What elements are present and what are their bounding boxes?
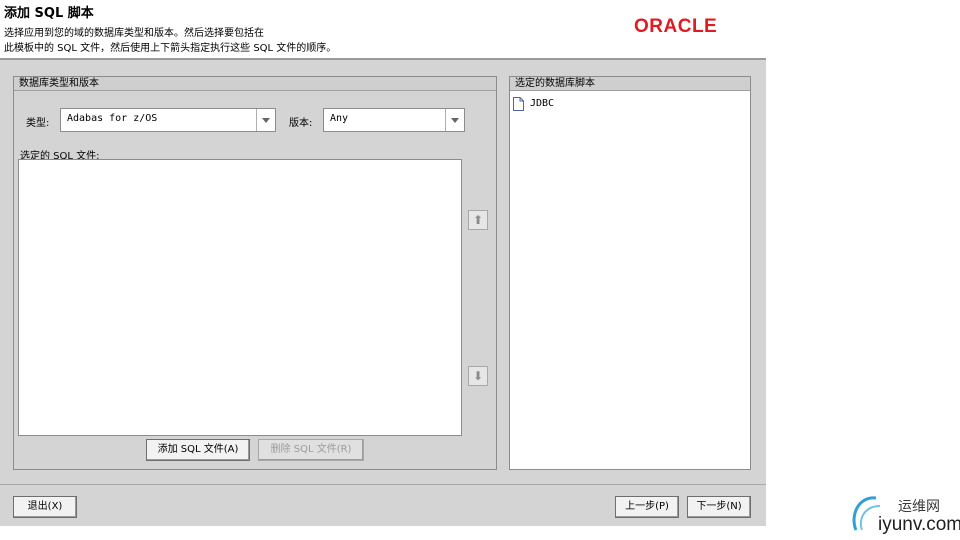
version-dropdown[interactable]: Any — [323, 108, 465, 132]
arrow-down-icon: ⬇ — [472, 369, 484, 383]
wizard-window: 添加 SQL 脚本 选择应用到您的域的数据库类型和版本。然后选择要包括在 此模板… — [0, 0, 766, 526]
page-description-line2: 此模板中的 SQL 文件，然后使用上下箭头指定执行这些 SQL 文件的顺序。 — [4, 43, 337, 54]
wizard-header: 添加 SQL 脚本 选择应用到您的域的数据库类型和版本。然后选择要包括在 此模板… — [0, 0, 766, 58]
document-icon — [513, 97, 524, 111]
remove-sql-file-button[interactable]: 删除 SQL 文件(R) — [258, 439, 364, 461]
page-description-line1: 选择应用到您的域的数据库类型和版本。然后选择要包括在 — [4, 28, 264, 39]
database-type-panel-title: 数据库类型和版本 — [14, 77, 496, 91]
header-divider — [0, 58, 766, 60]
type-dropdown[interactable]: Adabas for z/OS — [60, 108, 276, 132]
chevron-down-icon[interactable] — [445, 109, 464, 131]
move-down-button[interactable]: ⬇ — [468, 366, 488, 386]
exit-button[interactable]: 退出(X) — [13, 496, 77, 518]
watermark-name: 运维网 — [898, 499, 940, 515]
version-dropdown-value: Any — [330, 113, 349, 124]
database-type-panel: 数据库类型和版本 类型: Adabas for z/OS 版本: Any 选定的… — [13, 76, 497, 470]
chevron-down-icon[interactable] — [256, 109, 275, 131]
footer-divider — [0, 484, 766, 485]
next-button[interactable]: 下一步(N) — [687, 496, 751, 518]
version-label: 版本: — [289, 118, 313, 129]
arrow-up-icon: ⬆ — [472, 213, 484, 227]
selected-scripts-panel-title: 选定的数据库脚本 — [510, 77, 750, 91]
selected-sql-list[interactable] — [18, 159, 462, 436]
type-label: 类型: — [26, 118, 50, 129]
previous-button[interactable]: 上一步(P) — [615, 496, 679, 518]
list-item-label: JDBC — [530, 98, 555, 109]
page-title: 添加 SQL 脚本 — [4, 6, 94, 21]
move-up-button[interactable]: ⬆ — [468, 210, 488, 230]
add-sql-file-button[interactable]: 添加 SQL 文件(A) — [146, 439, 250, 461]
type-dropdown-value: Adabas for z/OS — [67, 113, 158, 124]
watermark-url: iyunv.com — [878, 514, 960, 535]
selected-scripts-panel: 选定的数据库脚本 JDBC — [509, 76, 751, 470]
oracle-logo: ORACLE — [634, 16, 718, 37]
